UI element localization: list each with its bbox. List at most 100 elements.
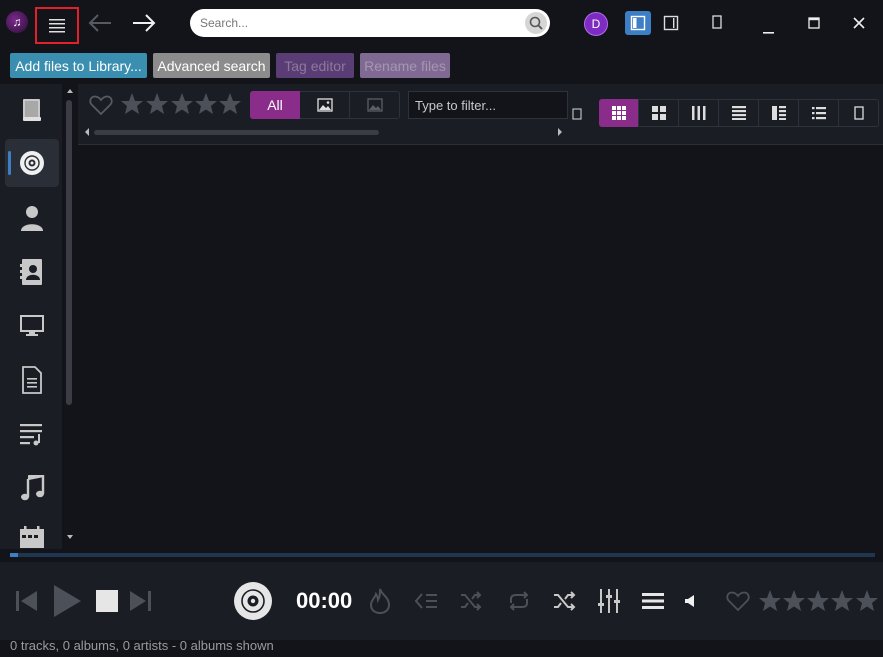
- left-panel-toggle-button[interactable]: [625, 11, 651, 35]
- rating-star-2[interactable]: [145, 92, 169, 116]
- user-avatar[interactable]: D: [584, 12, 608, 36]
- segment-without-image-button[interactable]: [350, 91, 400, 119]
- search-box: [190, 9, 550, 37]
- love-track-button[interactable]: [726, 590, 750, 612]
- mini-player-button[interactable]: [707, 12, 727, 32]
- now-playing-list-button[interactable]: [640, 590, 666, 612]
- hamburger-icon: [49, 18, 65, 32]
- favorite-filter-button[interactable]: [89, 94, 113, 116]
- next-track-button[interactable]: [127, 588, 153, 614]
- track-rating-star-4[interactable]: [830, 589, 854, 613]
- arrow-right-icon: [133, 14, 156, 32]
- detail-list-icon: [771, 106, 786, 120]
- shuffle-off-button[interactable]: [458, 588, 484, 614]
- equalizer-button[interactable]: [596, 587, 622, 615]
- app-logo-icon: ♫: [6, 11, 28, 33]
- rating-star-4[interactable]: [194, 92, 218, 116]
- view-grid-button[interactable]: [639, 99, 679, 127]
- triangle-left-icon: [85, 128, 89, 136]
- search-input[interactable]: [200, 9, 520, 37]
- image-outline-icon: [367, 98, 383, 112]
- view-single-button[interactable]: [839, 99, 879, 127]
- grid-2x2-icon: [651, 106, 666, 120]
- rows-icon: [731, 106, 746, 120]
- columns-icon: [691, 106, 705, 120]
- view-list-button[interactable]: [799, 99, 839, 127]
- segment-with-image-button[interactable]: [300, 91, 350, 119]
- sidebar-item-artists[interactable]: [5, 194, 59, 242]
- rating-star-1[interactable]: [120, 92, 144, 116]
- hscroll-right-button[interactable]: [556, 127, 564, 137]
- star-icon: [831, 590, 853, 611]
- left-panel-icon: [630, 15, 646, 31]
- sidebar-scroll-thumb[interactable]: [66, 100, 72, 405]
- tag-editor-button[interactable]: Tag editor: [276, 53, 354, 78]
- minimize-icon: [763, 32, 774, 34]
- right-panel-toggle-button[interactable]: [660, 11, 682, 35]
- view-grid-large-button[interactable]: [599, 99, 639, 127]
- star-icon: [759, 590, 781, 611]
- rating-star-3[interactable]: [170, 92, 194, 116]
- track-rating-star-2[interactable]: [782, 589, 806, 613]
- filter-input[interactable]: [409, 92, 567, 118]
- star-icon: [146, 93, 168, 114]
- previous-track-button[interactable]: [14, 588, 40, 614]
- sidebar-item-contacts[interactable]: [5, 248, 59, 296]
- books-icon: [23, 99, 41, 121]
- queue-icon: [414, 593, 437, 609]
- view-columns-button[interactable]: [679, 99, 719, 127]
- queue-next-button[interactable]: [413, 590, 439, 612]
- repeat-button[interactable]: [505, 588, 533, 614]
- sidebar-item-albums[interactable]: [5, 139, 59, 187]
- rating-star-5[interactable]: [218, 92, 242, 116]
- play-button[interactable]: [50, 583, 84, 619]
- skip-next-icon: [130, 591, 151, 611]
- hamburger-menu-button[interactable]: [35, 7, 79, 44]
- sidebar-item-devices[interactable]: [5, 302, 59, 350]
- scroll-up-button[interactable]: [64, 86, 76, 96]
- sidebar-item-library[interactable]: [5, 86, 59, 134]
- seek-bar-fill: [10, 553, 18, 557]
- minimize-button[interactable]: [757, 12, 781, 36]
- flame-icon: [369, 588, 391, 614]
- seek-bar[interactable]: [10, 553, 875, 557]
- maximize-button[interactable]: [803, 12, 825, 34]
- view-rows-button[interactable]: [719, 99, 759, 127]
- shuffle-button[interactable]: [551, 588, 579, 614]
- arrow-left-icon: [88, 14, 111, 32]
- stop-button[interactable]: [94, 589, 120, 613]
- track-rating-star-5[interactable]: [855, 589, 879, 613]
- sidebar-item-playlists[interactable]: [5, 410, 59, 458]
- magnifier-icon: [529, 16, 543, 30]
- now-playing-artwork[interactable]: [232, 580, 274, 622]
- rename-files-button[interactable]: Rename files: [360, 53, 450, 78]
- forward-button[interactable]: [130, 12, 158, 34]
- hscroll-left-button[interactable]: [83, 127, 91, 137]
- add-files-button[interactable]: Add files to Library...: [10, 53, 147, 78]
- track-rating-star-1[interactable]: [758, 589, 782, 613]
- star-icon: [807, 590, 829, 611]
- elapsed-time: 00:00: [296, 588, 353, 613]
- triangle-down-icon: [67, 535, 73, 539]
- volume-button[interactable]: [682, 592, 698, 610]
- view-detail-list-button[interactable]: [759, 99, 799, 127]
- sidebar-item-calendar[interactable]: [5, 518, 59, 548]
- equalizer-icon: [598, 589, 620, 613]
- sidebar-item-documents[interactable]: [5, 356, 59, 404]
- hscroll-thumb[interactable]: [94, 130, 379, 135]
- auto-dj-button[interactable]: [367, 588, 393, 614]
- advanced-search-button[interactable]: Advanced search: [153, 53, 270, 78]
- search-button[interactable]: [525, 12, 547, 34]
- albums-grid-area: [78, 145, 883, 549]
- sidebar-item-music[interactable]: [5, 464, 59, 512]
- track-rating-star-3[interactable]: [806, 589, 830, 613]
- play-icon: [54, 585, 81, 617]
- shuffle-icon: [461, 591, 482, 611]
- close-button[interactable]: [848, 12, 870, 34]
- back-button[interactable]: [86, 12, 114, 34]
- skip-previous-icon: [16, 591, 37, 611]
- image-icon: [316, 98, 333, 112]
- filter-options-toggle[interactable]: [572, 108, 582, 120]
- scroll-down-button[interactable]: [64, 532, 76, 542]
- segment-all-button[interactable]: All: [250, 91, 300, 119]
